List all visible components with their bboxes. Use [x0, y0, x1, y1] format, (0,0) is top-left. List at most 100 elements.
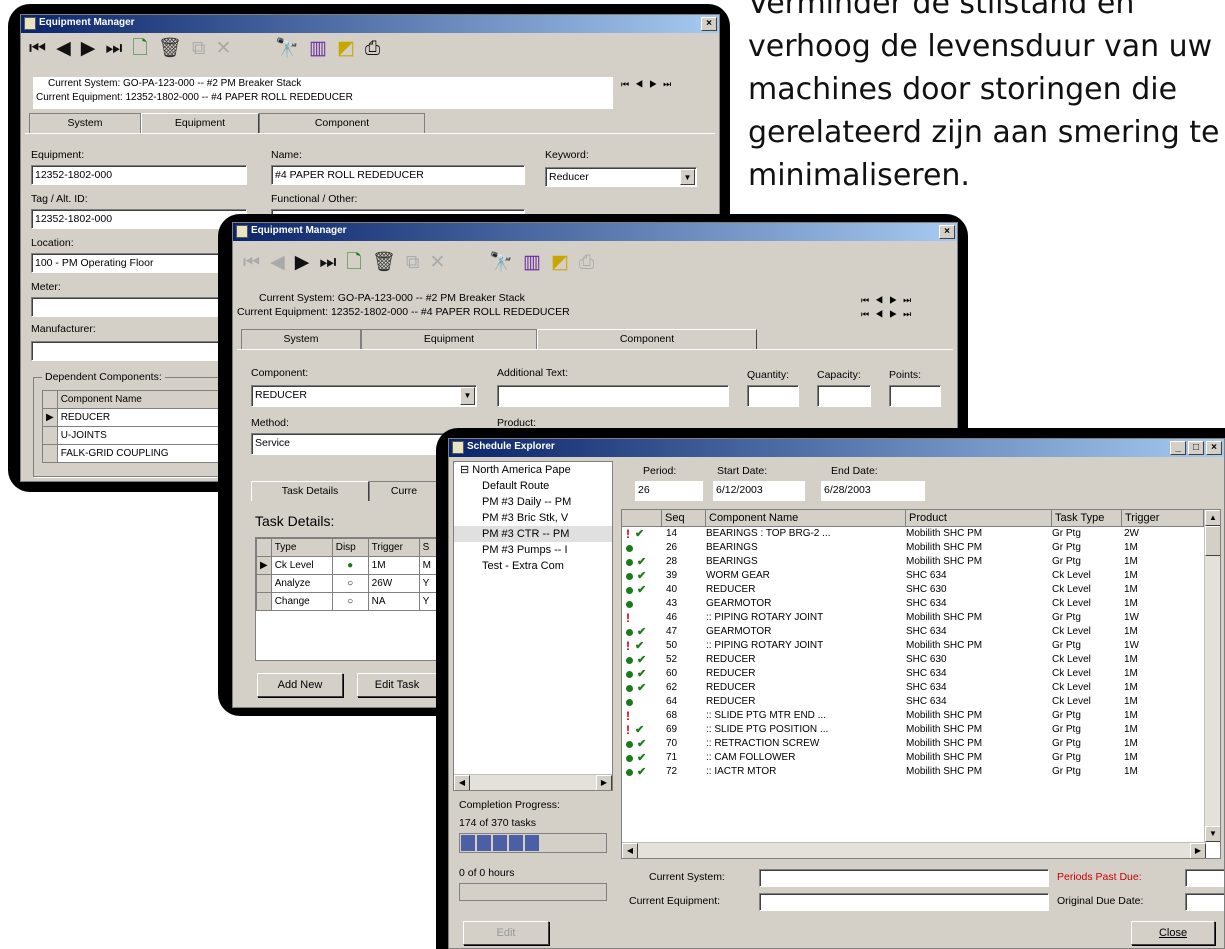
report-icon[interactable]: ▥ — [309, 39, 327, 59]
last-record-icon[interactable]: ⏭ — [105, 39, 122, 59]
table-row[interactable]: FALK-GRID COUPLING — [42, 444, 223, 463]
list-item[interactable]: ! ✔ 69 :: SLIDE PTG POSITION ... Mobilith… — [622, 723, 1220, 737]
tab-task-details[interactable]: Task Details — [251, 481, 369, 501]
previous-record-icon[interactable]: ◀ — [270, 253, 285, 273]
new-document-icon[interactable]: 🗋 — [132, 39, 147, 59]
tree-item[interactable]: PM #3 Pumps -- I — [454, 542, 612, 558]
cancel-icon[interactable]: ✕ — [429, 253, 445, 273]
tab-component[interactable]: Component — [537, 329, 757, 349]
periods-past-due-field[interactable] — [1185, 869, 1224, 887]
find-icon[interactable]: 🔭 — [275, 39, 299, 59]
original-due-date-field[interactable] — [1185, 893, 1224, 911]
print-icon[interactable]: ⎙ — [579, 253, 594, 273]
list-item[interactable]: ✔ 72 :: IACTR MTOR Mobilith SHC PM Gr Pt… — [622, 765, 1220, 779]
tree-item-selected[interactable]: PM #3 CTR -- PM — [454, 526, 612, 542]
tab-equipment[interactable]: Equipment — [141, 113, 259, 133]
scroll-left-icon[interactable]: ◀ — [622, 843, 638, 858]
list-item[interactable]: ! 68 :: SLIDE PTG MTR END ... Mobilith S… — [622, 709, 1220, 723]
location-field[interactable]: 100 - PM Operating Floor — [31, 253, 247, 273]
first-record-icon[interactable]: ⏮ — [243, 253, 260, 273]
list-item[interactable]: ✔ 39 WORM GEAR SHC 634 Ck Level 1M — [622, 569, 1220, 583]
window1-small-nav[interactable]: ⏮◀▶⏭ — [621, 79, 677, 90]
scroll-down-icon[interactable]: ▼ — [1205, 826, 1220, 842]
tab-system[interactable]: System — [241, 329, 361, 349]
start-date-field[interactable]: 6/12/2003 — [713, 481, 805, 501]
end-date-field[interactable]: 6/28/2003 — [821, 481, 925, 501]
edit-task-button[interactable]: Edit Task — [357, 673, 437, 697]
list-item[interactable]: 43 GEARMOTOR SHC 634 Ck Level 1M — [622, 597, 1220, 611]
list-item[interactable]: ✔ 70 :: RETRACTION SCREW Mobilith SHC PM… — [622, 737, 1220, 751]
chevron-down-icon[interactable]: ▼ — [460, 387, 475, 405]
print-icon[interactable]: ⎙ — [365, 39, 380, 59]
tab-component[interactable]: Component — [259, 113, 425, 133]
tree-item[interactable]: PM #3 Daily -- PM — [454, 494, 612, 510]
close-icon[interactable]: × — [939, 225, 955, 239]
close-icon[interactable]: × — [701, 17, 717, 31]
delete-icon[interactable]: 🗑 — [158, 39, 182, 59]
chevron-down-icon[interactable]: ▼ — [680, 169, 695, 185]
tree-item[interactable]: Default Route — [454, 478, 612, 494]
tree-item[interactable]: Test - Extra Com — [454, 558, 612, 574]
manufacturer-field[interactable] — [31, 341, 247, 361]
add-new-button[interactable]: Add New — [257, 673, 343, 697]
keyword-select[interactable]: Reducer ▼ — [545, 167, 697, 187]
tab-current[interactable]: Curre — [369, 481, 439, 501]
list-item[interactable]: ✔ 47 GEARMOTOR SHC 634 Ck Level 1M — [622, 625, 1220, 639]
scroll-right-icon[interactable]: ▶ — [596, 775, 612, 790]
scroll-up-icon[interactable]: ▲ — [1205, 510, 1220, 526]
window2-small-nav[interactable]: ⏮◀▶⏭ ⏮◀▶⏭ — [861, 293, 917, 321]
list-item[interactable]: ✔ 71 :: CAM FOLLOWER Mobilith SHC PM Gr … — [622, 751, 1220, 765]
chart-icon[interactable]: ◩ — [337, 39, 355, 59]
component-select[interactable]: REDUCER ▼ — [251, 385, 477, 407]
report-icon[interactable]: ▥ — [523, 253, 541, 273]
trigger-header[interactable]: Trigger — [1122, 510, 1204, 527]
delete-icon[interactable]: 🗑 — [372, 253, 396, 273]
tree-hscroll[interactable]: ◀ ▶ — [454, 774, 612, 790]
table-row[interactable]: Change ○ NA Y — [256, 592, 440, 611]
previous-record-icon[interactable]: ◀ — [56, 39, 71, 59]
list-item[interactable]: ✔ 28 BEARINGS Mobilith SHC PM Gr Ptg 1M — [622, 555, 1220, 569]
cancel-icon[interactable]: ✕ — [215, 39, 231, 59]
last-record-icon[interactable]: ⏭ — [319, 253, 336, 273]
current-system-field[interactable] — [759, 869, 1049, 887]
list-item[interactable]: ✔ 52 REDUCER SHC 630 Ck Level 1M — [622, 653, 1220, 667]
list-item[interactable]: ! 46 :: PIPING ROTARY JOINT Mobilith SHC… — [622, 611, 1220, 625]
list-item[interactable]: ✔ 62 REDUCER SHC 634 Ck Level 1M — [622, 681, 1220, 695]
additional-text-field[interactable] — [497, 385, 729, 407]
copy-icon[interactable]: ⧉ — [406, 253, 420, 273]
scroll-right-icon[interactable]: ▶ — [1190, 843, 1206, 858]
next-record-icon[interactable]: ▶ — [81, 39, 96, 59]
quantity-field[interactable] — [747, 385, 799, 407]
maximize-icon[interactable]: □ — [1188, 441, 1204, 455]
list-item[interactable]: ✔ 40 REDUCER SHC 630 Ck Level 1M — [622, 583, 1220, 597]
seq-header[interactable]: Seq — [662, 510, 706, 527]
table-row[interactable]: Analyze ○ 26W Y — [256, 574, 440, 593]
task-list-vscroll[interactable]: ▲ ▼ — [1204, 510, 1220, 842]
copy-icon[interactable]: ⧉ — [192, 39, 206, 59]
list-item[interactable]: ! ✔ 14 BEARINGS : TOP BRG-2 ... Mobilith … — [622, 527, 1220, 541]
task-list-hscroll[interactable]: ◀ ▶ — [622, 842, 1206, 858]
points-field[interactable] — [889, 385, 941, 407]
tab-system[interactable]: System — [29, 113, 141, 133]
tag-field[interactable]: 12352-1802-000 — [31, 209, 247, 229]
equipment-field[interactable]: 12352-1802-000 — [31, 165, 247, 185]
list-item[interactable]: ✔ 60 REDUCER SHC 634 Ck Level 1M — [622, 667, 1220, 681]
scroll-left-icon[interactable]: ◀ — [454, 775, 470, 790]
find-icon[interactable]: 🔭 — [489, 253, 513, 273]
minimize-icon[interactable]: _ — [1170, 441, 1186, 455]
period-field[interactable]: 26 — [635, 481, 703, 501]
capacity-field[interactable] — [817, 385, 871, 407]
tab-equipment[interactable]: Equipment — [361, 329, 537, 349]
list-item[interactable]: ! ✔ 50 :: PIPING ROTARY JOINT Mobilith SH… — [622, 639, 1220, 653]
current-equipment-field[interactable] — [759, 893, 1049, 911]
list-item[interactable]: 26 BEARINGS Mobilith SHC PM Gr Ptg 1M — [622, 541, 1220, 555]
table-row[interactable]: ▶ Ck Level ● 1M M — [256, 556, 440, 575]
list-item[interactable]: 64 REDUCER SHC 634 Ck Level 1M — [622, 695, 1220, 709]
product-header[interactable]: Product — [906, 510, 1052, 527]
table-row[interactable]: U-JOINTS — [42, 426, 223, 445]
component-name-header[interactable]: Component Name — [706, 510, 906, 527]
scroll-thumb[interactable] — [1205, 526, 1220, 556]
next-record-icon[interactable]: ▶ — [295, 253, 310, 273]
task-type-header[interactable]: Task Type — [1052, 510, 1122, 527]
first-record-icon[interactable]: ⏮ — [29, 39, 46, 59]
